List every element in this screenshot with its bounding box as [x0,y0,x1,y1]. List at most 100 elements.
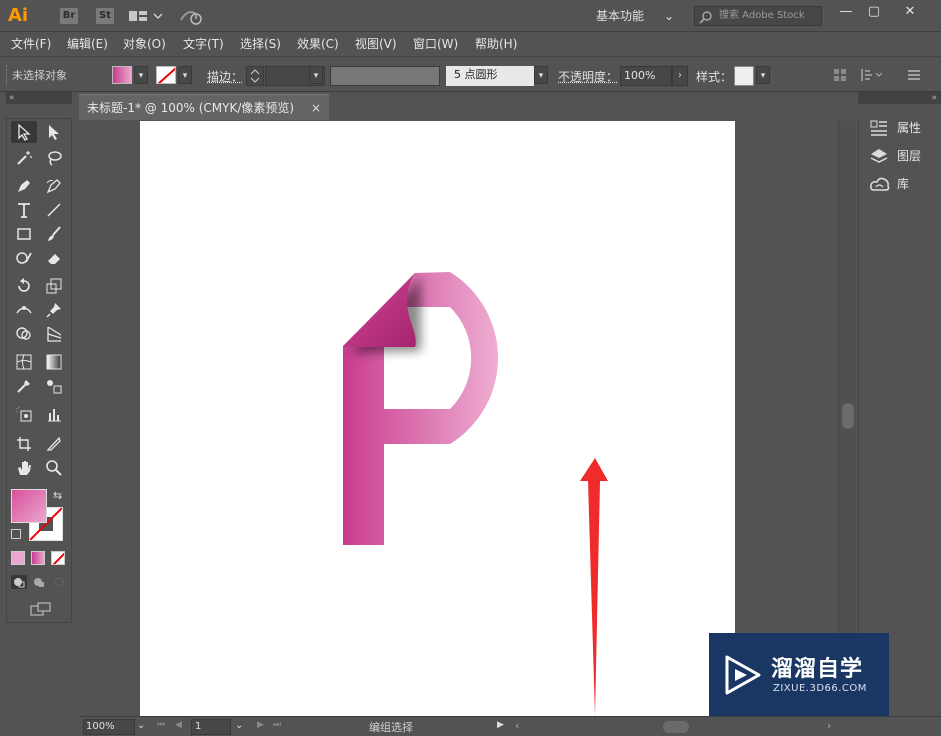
blend-tool[interactable] [41,375,67,397]
draw-behind-button[interactable] [31,575,47,589]
zoom-tool[interactable] [41,457,67,479]
perspective-grid-tool[interactable] [41,323,67,345]
menu-help[interactable]: 帮助(H) [475,35,517,53]
lasso-icon [48,151,62,166]
fill-swatch[interactable] [112,66,132,84]
menu-effect[interactable]: 效果(C) [297,35,339,53]
fill-color-front[interactable] [11,489,47,523]
gradient-mode-button[interactable] [31,551,45,565]
artboard-tool[interactable] [11,433,37,455]
swap-colors-icon[interactable]: ⇆ [53,489,62,502]
align-icon[interactable] [832,67,848,83]
stroke-width-stepper[interactable] [246,66,264,86]
shaper-tool[interactable] [11,247,37,269]
perspective-grid-icon [47,326,62,342]
mesh-icon [16,354,32,370]
variable-width-profile[interactable] [330,66,440,86]
draw-normal-button[interactable] [11,575,27,589]
previous-artboard-button[interactable]: ◀ [175,720,182,730]
menu-window[interactable]: 窗口(W) [413,35,458,53]
brush-definition[interactable]: 5 点圆形 [446,66,534,86]
scale-tool[interactable] [41,275,67,297]
first-artboard-button[interactable]: ⏮ [157,720,165,730]
panel-menu-icon[interactable] [906,67,922,83]
curvature-pen-icon [46,179,61,194]
control-bar-grip[interactable] [6,65,9,85]
last-artboard-button[interactable]: ⏭ [273,720,281,730]
workspace-switcher[interactable]: 基本功能 ⌄ [596,6,678,26]
draw-inside-button[interactable] [51,575,67,589]
line-segment-tool[interactable] [41,199,67,221]
opacity-input[interactable]: 100% [620,66,672,86]
scroll-left-button[interactable]: ‹ [515,719,519,732]
style-dropdown[interactable]: ▾ [756,66,770,84]
paintbrush-tool[interactable] [41,223,67,245]
none-mode-button[interactable] [51,551,65,565]
rotate-tool[interactable] [11,275,37,297]
menu-view[interactable]: 视图(V) [355,35,397,53]
artboard-number-input[interactable]: 1 [191,719,231,735]
color-mode-button[interactable] [11,551,25,565]
column-graph-tool[interactable] [41,403,67,425]
menu-object[interactable]: 对象(O) [123,35,166,53]
rectangle-tool[interactable] [11,223,37,245]
canvas-area[interactable] [79,121,837,716]
bridge-button[interactable]: Br [60,8,78,24]
close-window-button[interactable]: ✕ [893,2,927,24]
menu-file[interactable]: 文件(F) [11,35,51,53]
type-tool[interactable] [11,199,37,221]
selection-tool[interactable] [11,121,37,143]
fill-dropdown[interactable]: ▾ [134,66,148,84]
zoom-level-input[interactable]: 100% [83,719,135,735]
hand-tool[interactable] [11,457,37,479]
arrange-documents-button[interactable] [128,8,164,24]
maximize-button[interactable]: ▢ [860,2,888,24]
close-document-button[interactable]: × [311,95,321,121]
stroke-swatch[interactable] [156,66,176,84]
opacity-label[interactable]: 不透明度： [558,68,618,85]
vertical-scrollbar[interactable] [838,121,856,716]
document-tab[interactable]: 未标题-1* @ 100% (CMYK/像素预览) × [79,94,329,120]
pen-tool[interactable] [11,175,37,197]
gpu-performance-icon[interactable] [178,6,204,26]
menu-type[interactable]: 文字(T) [183,35,224,53]
next-artboard-button[interactable]: ▶ [257,720,264,730]
eraser-tool[interactable] [41,247,67,269]
menu-edit[interactable]: 编辑(E) [67,35,108,53]
graphic-style-swatch[interactable] [734,66,754,86]
puppet-warp-tool[interactable] [41,299,67,321]
stroke-dropdown[interactable]: ▾ [178,66,192,84]
artboard-dropdown[interactable]: ⌄ [235,720,243,731]
curvature-tool[interactable] [41,175,67,197]
stock-button[interactable]: St [96,8,114,24]
toolbox-collapse-strip[interactable]: « [6,92,72,104]
gradient-tool[interactable] [41,351,67,373]
stroke-width-dropdown[interactable]: ▾ [309,66,323,84]
eyedropper-tool[interactable] [11,375,37,397]
zoom-dropdown[interactable]: ⌄ [137,720,145,731]
horizontal-scroll-thumb[interactable] [663,721,689,733]
lasso-tool[interactable] [41,147,67,169]
menu-select[interactable]: 选择(S) [240,35,281,53]
scroll-right-button[interactable]: › [827,719,831,732]
artboard[interactable] [140,121,735,716]
minimize-button[interactable]: — [832,2,860,24]
default-colors-icon[interactable] [11,529,21,539]
width-tool[interactable] [11,299,37,321]
brush-dropdown[interactable]: ▾ [534,66,548,84]
transform-icon[interactable] [860,67,884,83]
magic-wand-tool[interactable] [11,147,37,169]
status-menu-button[interactable]: ▶ [497,720,504,730]
stroke-label[interactable]: 描边： [207,68,243,85]
shape-builder-tool[interactable] [11,323,37,345]
opacity-arrow-button[interactable]: › [672,66,688,86]
eraser-icon [48,254,60,264]
symbol-sprayer-tool[interactable] [11,403,37,425]
slice-tool[interactable] [41,433,67,455]
direct-selection-tool[interactable] [41,121,67,143]
vertical-scroll-thumb[interactable] [842,403,854,429]
right-panel-collapse-strip[interactable]: » [858,92,941,104]
screen-mode-button[interactable] [29,601,53,617]
stock-search-input[interactable]: 搜索 Adobe Stock [694,6,822,26]
mesh-tool[interactable] [11,351,37,373]
